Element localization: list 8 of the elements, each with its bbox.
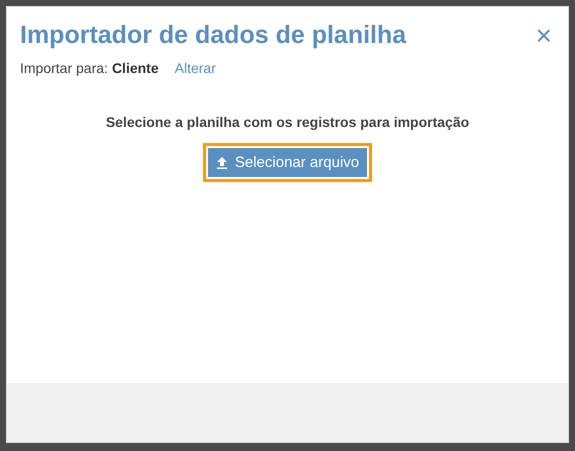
change-link[interactable]: Alterar bbox=[174, 60, 216, 76]
target-label: Importar para: bbox=[20, 60, 108, 76]
close-button[interactable]: × bbox=[536, 22, 552, 50]
dialog-title: Importador de dados de planilha bbox=[20, 21, 406, 50]
prompt-text: Selecione a planilha com os registros para importação bbox=[106, 114, 470, 130]
target-value: Cliente bbox=[112, 60, 159, 76]
select-file-button[interactable]: Selecionar arquivo bbox=[206, 146, 370, 179]
upload-icon bbox=[216, 156, 228, 168]
